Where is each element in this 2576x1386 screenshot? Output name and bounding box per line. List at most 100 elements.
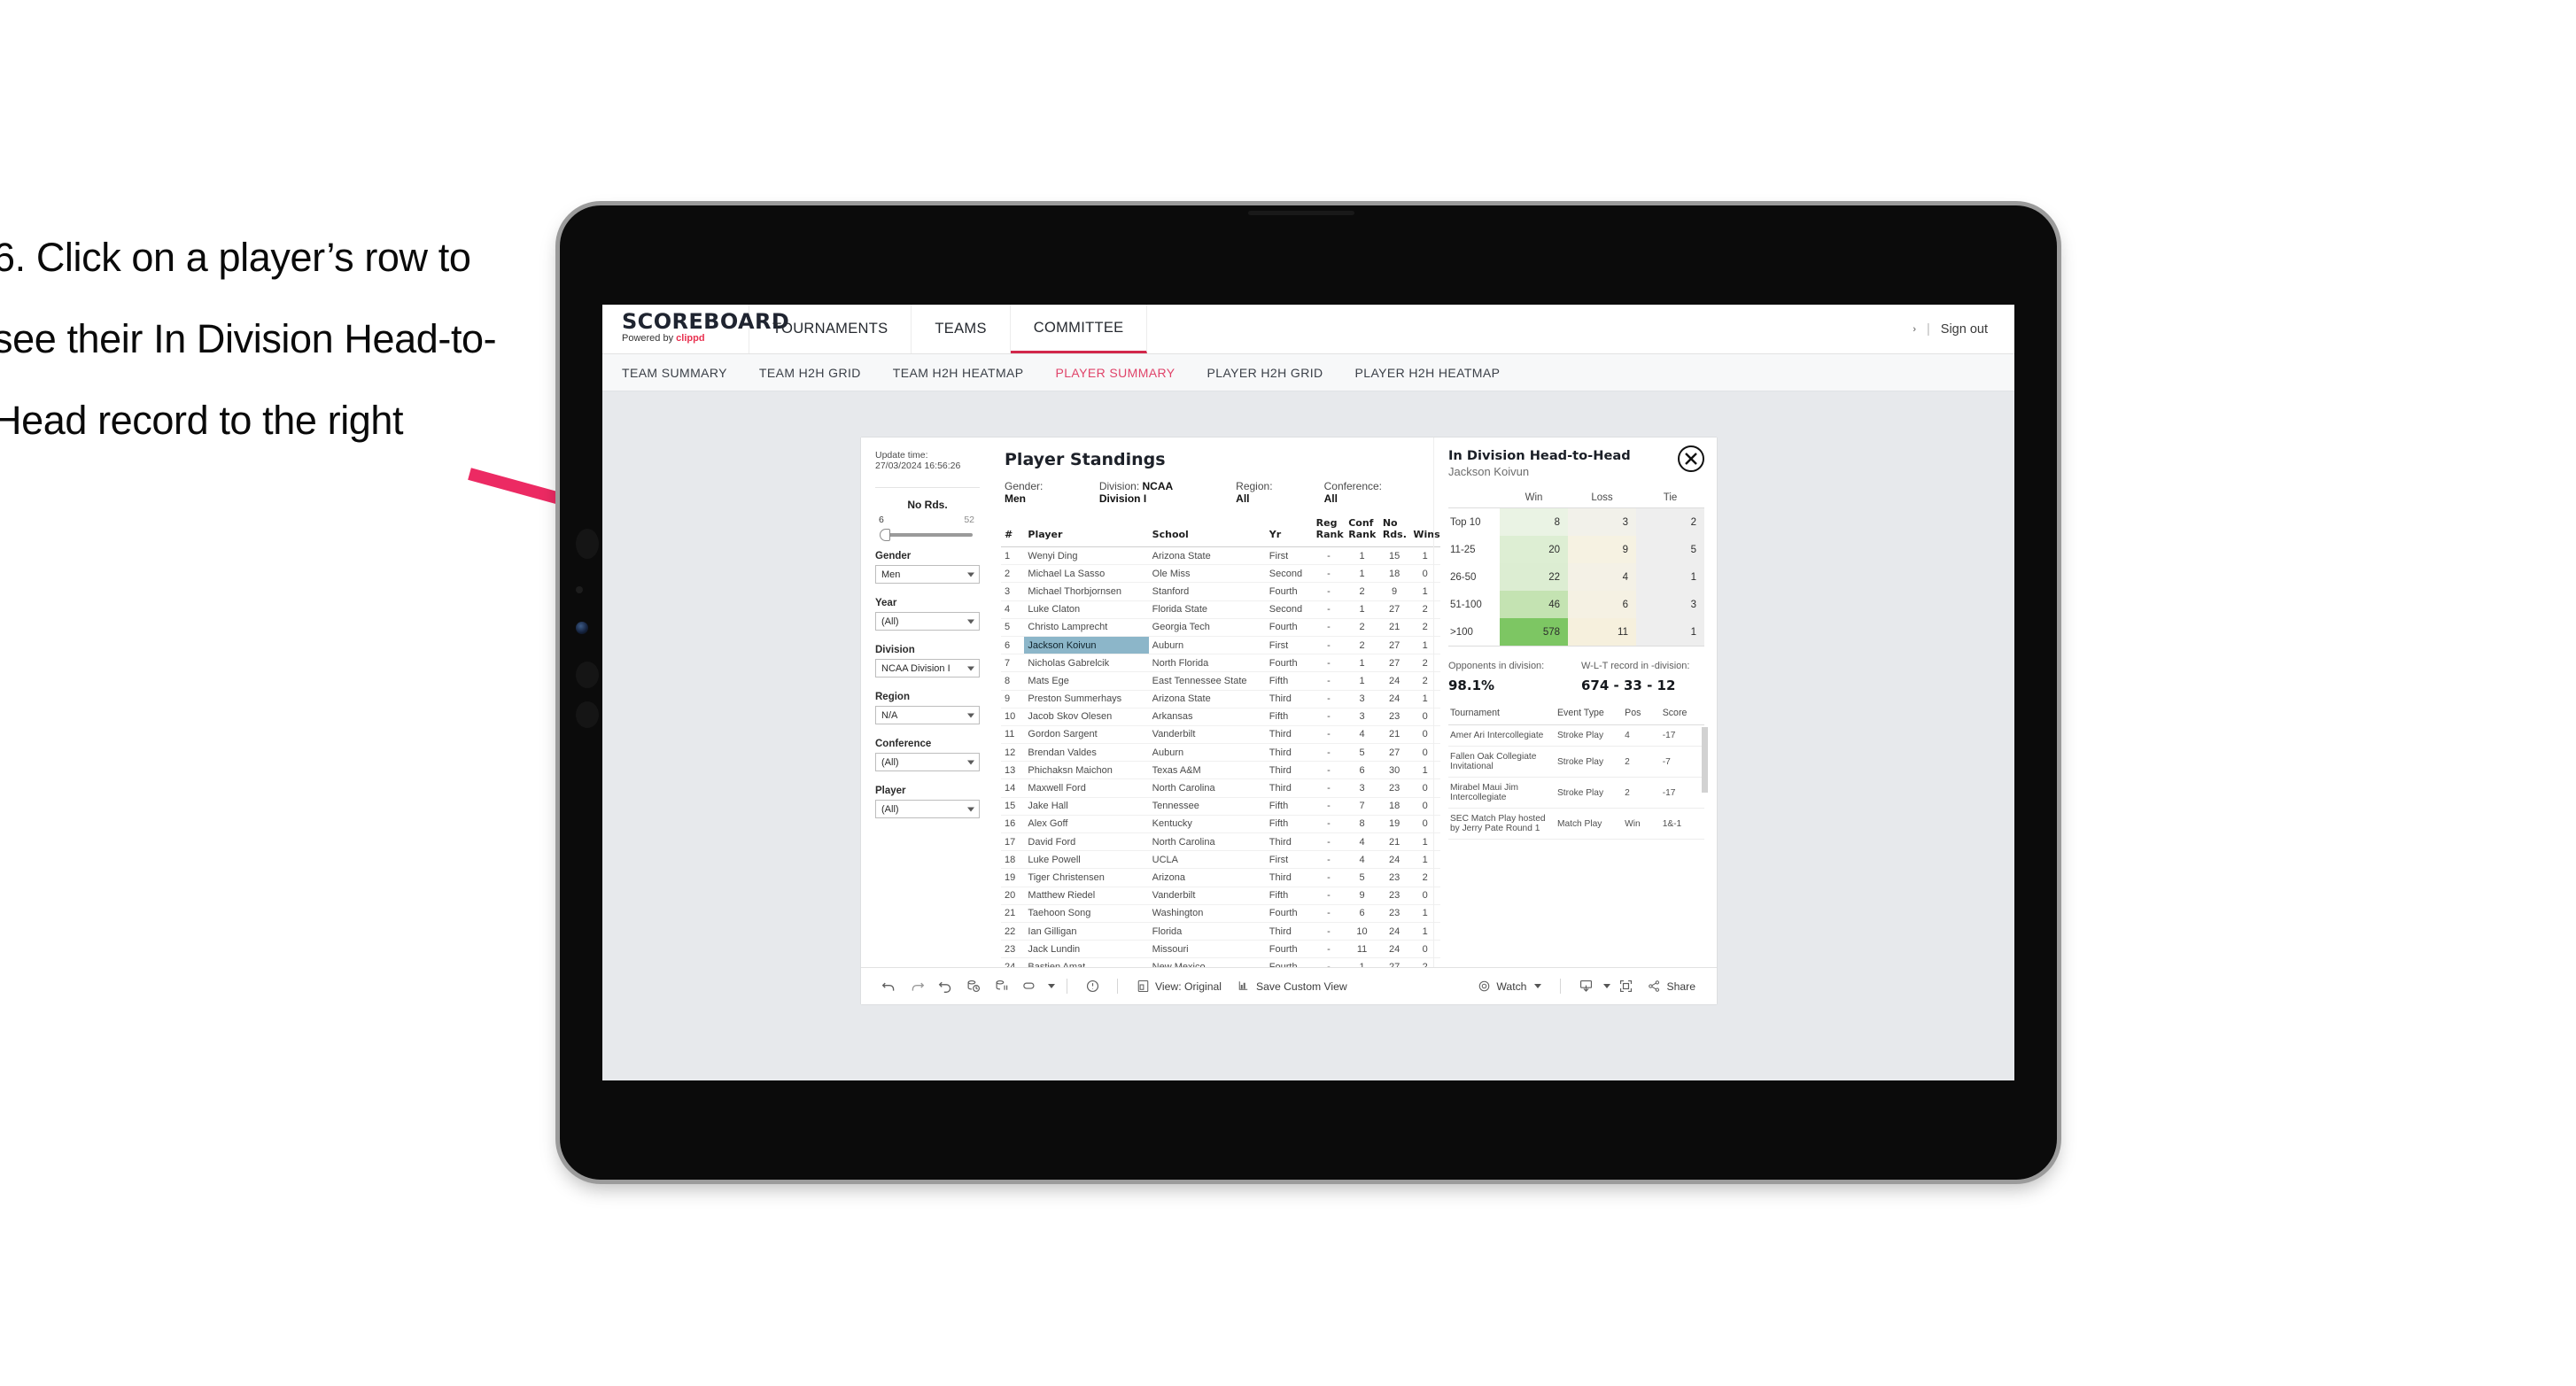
table-row[interactable]: 20 Matthew Riedel Vanderbilt Fifth -9 23 0 [1001,887,1440,905]
cell-reg: - [1312,725,1346,745]
cell-reg: - [1312,815,1346,834]
highlight-icon[interactable] [1017,974,1044,999]
col-header-tournament[interactable]: Tournament [1448,708,1556,725]
table-row[interactable]: 14 Maxwell Ford North Carolina Third -3 23 0 [1001,778,1440,798]
nav-tab-committee[interactable]: COMMITTEE [1010,305,1148,353]
col-header-no-rds[interactable]: No Rds. [1378,515,1410,547]
cell-reg: - [1312,546,1346,566]
sign-out-link[interactable]: Sign out [1941,322,1988,337]
subtab-player-summary[interactable]: PLAYER SUMMARY [1056,366,1175,380]
standings-meta: Gender: Men Division: NCAA Division I Re… [992,469,1433,505]
cell-player: Nicholas Gabrelcik [1024,654,1149,673]
tournaments-vertical-scrollbar[interactable] [1702,727,1708,793]
table-row[interactable]: 21 Taehoon Song Washington Fourth -6 23 1 [1001,904,1440,923]
view-original-button[interactable]: View: Original [1129,979,1229,993]
brand-logo[interactable]: SCOREBOARD Powered by clippd [602,305,789,353]
table-row[interactable]: 7 Nicholas Gabrelcik North Florida Fourth -1… [1001,654,1440,673]
undo-icon[interactable] [875,974,902,999]
table-row[interactable]: 17 David Ford North Carolina Third -4 21 1 [1001,832,1440,852]
table-row[interactable]: 18 Luke Powell UCLA First -4 24 1 [1001,850,1440,870]
save-custom-view-button[interactable]: Save Custom View [1230,979,1354,993]
stat-opponents-value: 98.1% [1448,678,1495,693]
dashboard-body: Update time: 27/03/2024 16:56:26 No Rds.… [861,437,1717,995]
list-item[interactable]: Mirabel Maui Jim Intercollegiate Stroke P… [1448,777,1704,809]
table-row[interactable]: 2 Michael La Sasso Ole Miss Second -1 18 0 [1001,564,1440,584]
h2h-cell-loss: 3 [1568,507,1636,536]
table-row[interactable]: 13 Phichaksn Maichon Texas A&M Third -6 30 1 [1001,761,1440,780]
list-item[interactable]: SEC Match Play hosted by Jerry Pate Roun… [1448,808,1704,840]
subtab-team-summary[interactable]: TEAM SUMMARY [622,366,727,380]
col-header-reg-rank[interactable]: Reg Rank [1312,515,1346,547]
refresh-data-icon[interactable] [960,974,987,999]
device-camera-2 [576,662,599,688]
list-item[interactable]: Amer Ari Intercollegiate Stroke Play 4 -17 [1448,724,1704,747]
close-icon[interactable] [1678,445,1704,472]
cell-conf: 3 [1345,778,1379,798]
subtab-team-h2h-heatmap[interactable]: TEAM H2H HEATMAP [893,366,1024,380]
cell-conf: 1 [1345,671,1379,691]
table-row[interactable]: 12 Brendan Valdes Auburn Third -5 27 0 [1001,743,1440,763]
table-row[interactable]: 11 Gordon Sargent Vanderbilt Third -4 21 0 [1001,725,1440,745]
table-row[interactable]: 8 Mats Ege East Tennessee State Fifth -1 24 2 [1001,671,1440,691]
subtab-team-h2h-grid[interactable]: TEAM H2H GRID [759,366,861,380]
cell-conf: 4 [1345,832,1379,852]
chevron-down-icon [967,572,974,577]
slider-handle[interactable] [880,529,890,541]
table-row[interactable]: 6 Jackson Koivun Auburn First -2 27 1 [1001,636,1440,655]
list-item[interactable]: Fallen Oak Collegiate Invitational Stroke… [1448,746,1704,778]
cell-player: Jacob Skov Olesen [1024,708,1149,726]
table-row[interactable]: 23 Jack Lundin Missouri Fourth -11 24 0 [1001,940,1440,959]
redo-icon[interactable] [904,974,930,999]
alerts-icon[interactable] [1079,974,1106,999]
table-row[interactable]: 22 Ian Gilligan Florida Third -10 24 1 [1001,922,1440,941]
filter-player-select[interactable]: (All) [875,800,980,818]
download-chevron-down-icon[interactable] [1603,984,1611,988]
page-root: 6. Click on a player’s row to see their … [0,0,2576,1386]
col-header-player[interactable]: Player [1024,515,1149,547]
account-chevron-icon[interactable]: › [1913,324,1916,335]
cell-school: Arizona [1148,868,1266,887]
no-rounds-slider[interactable] [880,529,973,541]
fullscreen-icon[interactable] [1612,974,1639,999]
table-row[interactable]: 19 Tiger Christensen Arizona Third -5 23 2 [1001,868,1440,887]
filter-gender-select[interactable]: Men [875,565,980,584]
cell-reg: - [1312,832,1346,852]
filter-conference-select[interactable]: (All) [875,753,980,771]
col-header-conf-rank[interactable]: Conf Rank [1345,515,1379,547]
col-header-pos[interactable]: Pos [1623,708,1661,725]
table-row[interactable]: 10 Jacob Skov Olesen Arkansas Fifth -3 23 0 [1001,708,1440,726]
download-icon[interactable] [1572,974,1599,999]
col-header-rank[interactable]: # [1001,515,1025,547]
col-header-yr[interactable]: Yr [1265,515,1313,547]
subtab-player-h2h-heatmap[interactable]: PLAYER H2H HEATMAP [1355,366,1501,380]
col-header-event-type[interactable]: Event Type [1555,708,1624,725]
share-button[interactable]: Share [1641,979,1703,993]
highlight-chevron-down-icon[interactable] [1048,984,1055,988]
col-header-score[interactable]: Score [1660,708,1704,725]
nav-tab-tournaments[interactable]: TOURNAMENTS [749,305,912,353]
revert-icon[interactable] [932,974,958,999]
table-row[interactable]: 3 Michael Thorbjornsen Stanford Fourth -2 9 1 [1001,582,1440,601]
subtab-player-h2h-grid[interactable]: PLAYER H2H GRID [1207,366,1323,380]
table-row[interactable]: 9 Preston Summerhays Arizona State Third -3 2… [1001,690,1440,708]
cell-num: 2 [1001,564,1025,584]
workspace: Update time: 27/03/2024 16:56:26 No Rds.… [602,391,2014,1080]
watch-button[interactable]: Watch [1470,979,1548,993]
h2h-summary-stats: Opponents in division: 98.1% W-L-T recor… [1448,661,1704,693]
filter-year-select[interactable]: (All) [875,612,980,631]
filter-region-label: Region [875,692,910,702]
table-row[interactable]: 5 Christo Lamprecht Georgia Tech Fourth -2 21… [1001,618,1440,637]
nav-tab-teams[interactable]: TEAMS [912,305,1011,353]
pause-data-icon[interactable] [989,974,1015,999]
cell-reg: - [1312,600,1346,619]
filter-region-select[interactable]: N/A [875,706,980,724]
h2h-matrix-table: Win Loss Tie Top 10 8 3 2 11-25 20 9 5 26-50 22 4 1… [1448,492,1704,647]
table-row[interactable]: 15 Jake Hall Tennessee Fifth -7 18 0 [1001,797,1440,816]
col-header-school[interactable]: School [1148,515,1266,547]
table-row[interactable]: 1 Wenyi Ding Arizona State First -1 15 1 [1001,546,1440,566]
filter-division-select[interactable]: NCAA Division I [875,659,980,678]
cell-yr: Third [1265,761,1313,780]
table-row[interactable]: 16 Alex Goff Kentucky Fifth -8 19 0 [1001,815,1440,834]
table-row[interactable]: 4 Luke Claton Florida State Second -1 27 2 [1001,600,1440,619]
cell-event-type: Stroke Play [1555,724,1624,747]
